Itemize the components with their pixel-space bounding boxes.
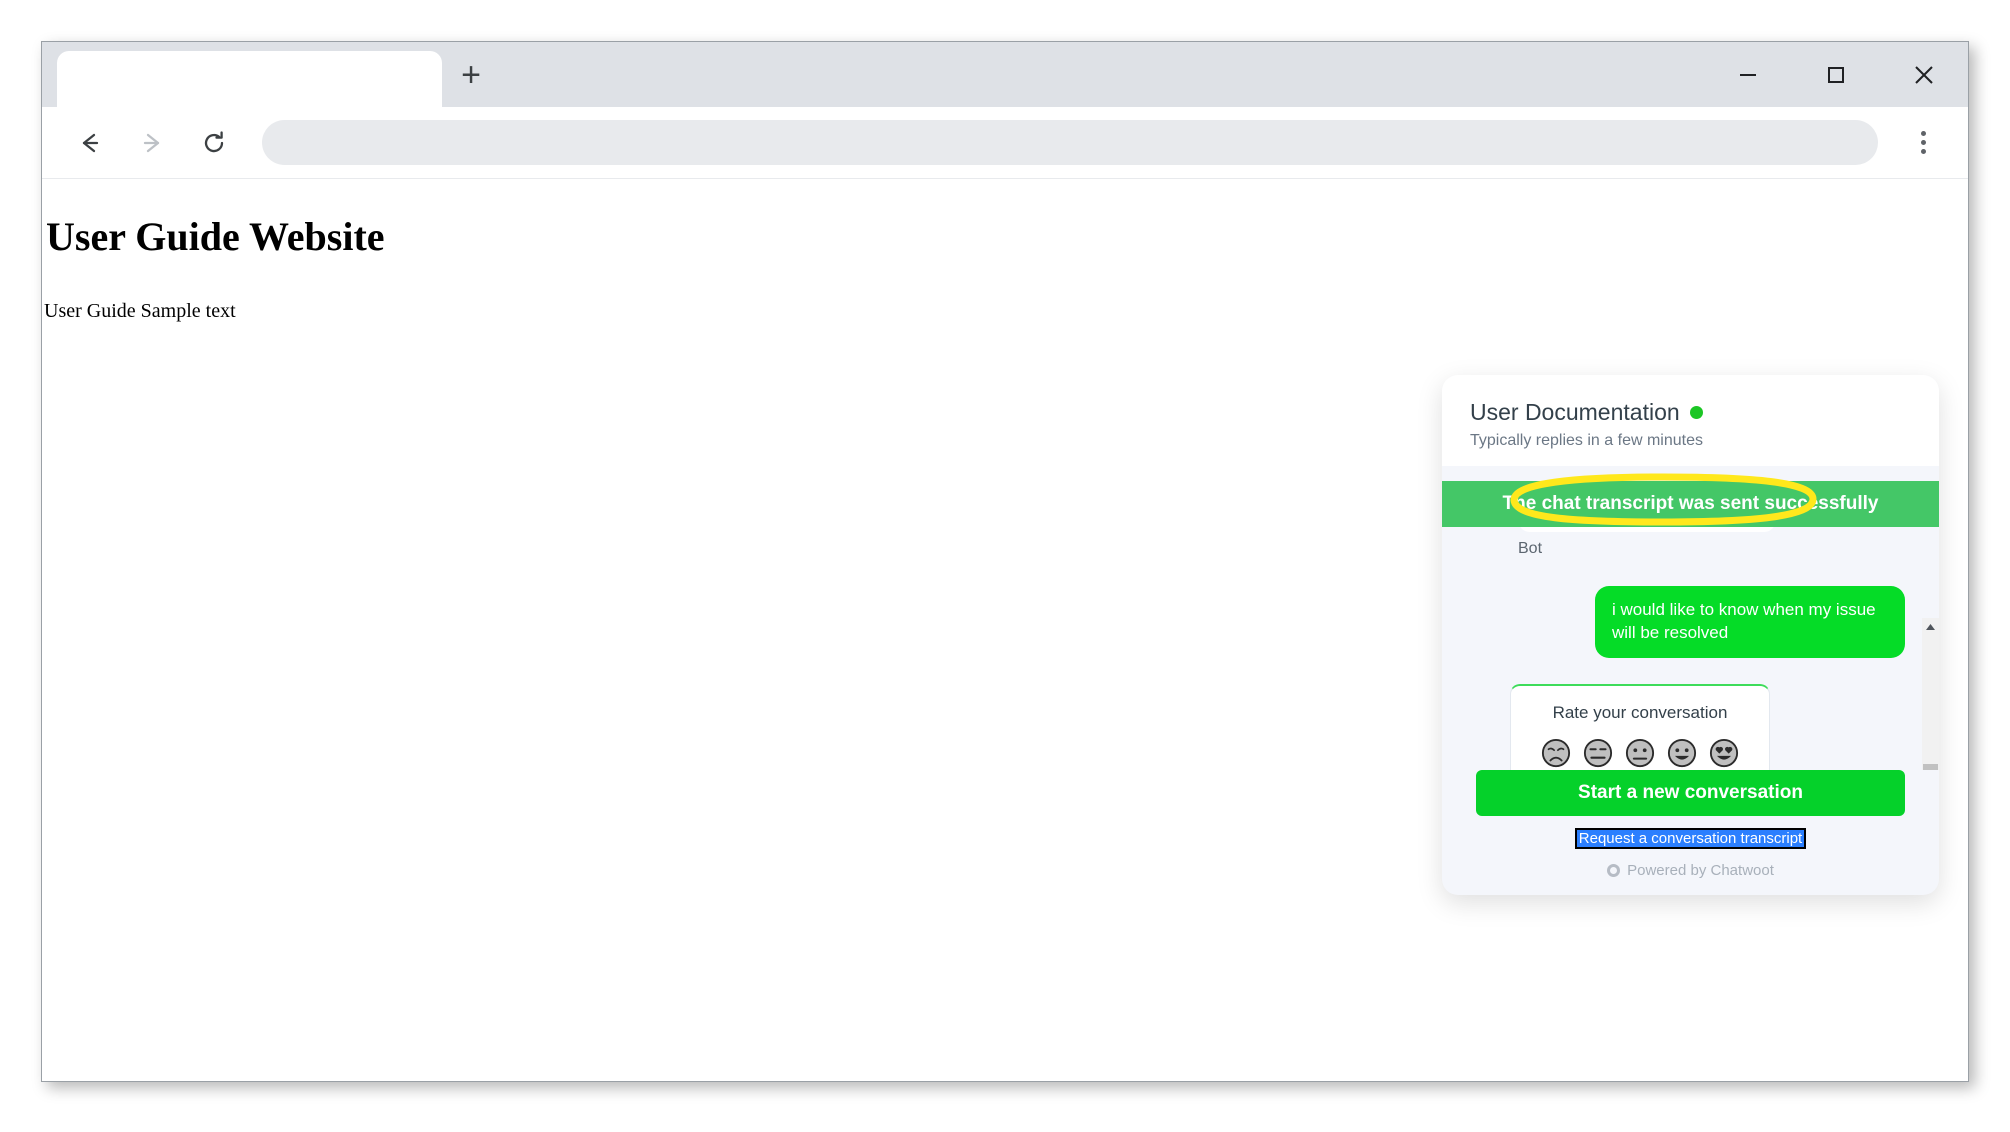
toast-message: The chat transcript was sent successfull… [1502, 493, 1879, 514]
new-tab-button[interactable]: + [442, 51, 500, 107]
browser-window: + User Guide Website User Guide Sample t… [41, 41, 1969, 1082]
user-message-text: i would like to know when my issue will … [1612, 600, 1876, 642]
bot-sender-name: Bot [1518, 540, 1543, 557]
request-transcript-link[interactable]: Request a conversation transcript [1574, 828, 1807, 849]
chat-footer: Start a new conversation Request a conve… [1442, 770, 1939, 895]
page-body-text: User Guide Sample text [44, 300, 236, 322]
chat-scrollbar[interactable] [1922, 618, 1939, 770]
new-tab-label: + [461, 56, 481, 94]
user-message-bubble: i would like to know when my issue will … [1595, 586, 1905, 658]
maximize-button[interactable] [1792, 42, 1880, 107]
rating-emoji-row [1511, 728, 1769, 770]
start-new-conversation-button[interactable]: Start a new conversation [1476, 770, 1905, 816]
transcript-link-wrap: Request a conversation transcript [1476, 828, 1905, 849]
forward-button[interactable] [126, 117, 178, 169]
forward-arrow-icon [143, 133, 160, 152]
chat-subtitle: Typically replies in a few minutes [1470, 432, 1703, 449]
chatwoot-logo-icon [1607, 864, 1621, 877]
three-dot-menu-icon [1920, 149, 1926, 154]
back-button[interactable] [64, 117, 116, 169]
close-window-button[interactable] [1880, 42, 1968, 107]
chat-widget-panel: User Documentation Typically replies in … [1442, 375, 1939, 895]
powered-by-footer: Powered by Chatwoot [1476, 862, 1905, 879]
smiling-face-emoji[interactable] [1667, 738, 1697, 768]
user-message-row: i would like to know when my issue will … [1476, 586, 1905, 658]
toast-notification: The chat transcript was sent successfull… [1442, 481, 1939, 527]
browser-menu-button[interactable] [1900, 117, 1946, 169]
back-arrow-icon [82, 133, 99, 152]
close-icon [1915, 65, 1933, 84]
minimize-button[interactable] [1704, 42, 1792, 107]
rating-card: Rate your conversation [1510, 683, 1770, 770]
rating-card-title: Rate your conversation [1552, 702, 1728, 722]
chat-title-row: User Documentation [1470, 399, 1911, 426]
neutral-face-emoji[interactable] [1625, 738, 1655, 768]
address-bar[interactable] [262, 120, 1878, 165]
page-title: User Guide Website [46, 214, 385, 259]
powered-by-text: Powered by Chatwoot [1627, 862, 1774, 879]
online-status-dot [1689, 406, 1703, 419]
three-dot-menu-icon [1920, 131, 1926, 136]
window-controls [1704, 42, 1968, 107]
scroll-up-button[interactable] [1922, 618, 1939, 636]
minimize-icon [1740, 73, 1756, 76]
reload-icon [204, 130, 224, 152]
scrollbar-thumb[interactable] [1923, 764, 1938, 770]
chat-title: User Documentation [1470, 399, 1680, 425]
tab-strip: + [42, 42, 1968, 107]
scroll-up-icon [1926, 624, 1935, 630]
browser-toolbar [42, 107, 1968, 179]
browser-tab[interactable] [57, 51, 442, 107]
confounded-face-emoji[interactable] [1583, 738, 1613, 768]
chat-header: User Documentation Typically replies in … [1442, 375, 1939, 466]
heart-eyes-emoji[interactable] [1709, 738, 1739, 768]
page-content: User Guide Website User Guide Sample tex… [42, 179, 1968, 1081]
scrollbar-track[interactable] [1922, 636, 1939, 770]
maximize-icon [1828, 66, 1844, 83]
sad-face-emoji[interactable] [1541, 738, 1571, 768]
reload-button[interactable] [188, 117, 240, 169]
three-dot-menu-icon [1920, 140, 1926, 145]
